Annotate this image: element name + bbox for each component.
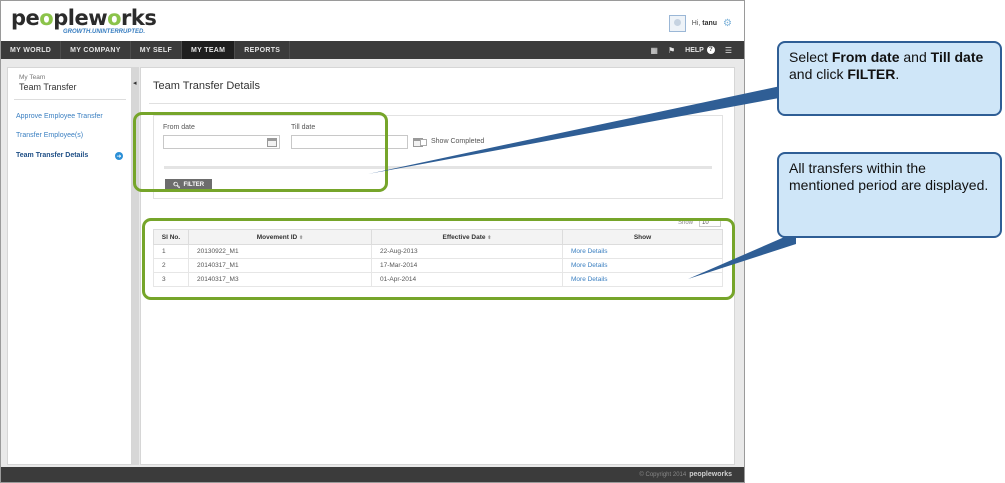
callout1-pointer <box>368 84 790 174</box>
callout2-pointer <box>688 232 796 279</box>
callout-transfers-displayed: All transfers within the mentioned perio… <box>777 152 1002 238</box>
callout-select-dates: Select From date and Till date and click… <box>777 41 1002 116</box>
